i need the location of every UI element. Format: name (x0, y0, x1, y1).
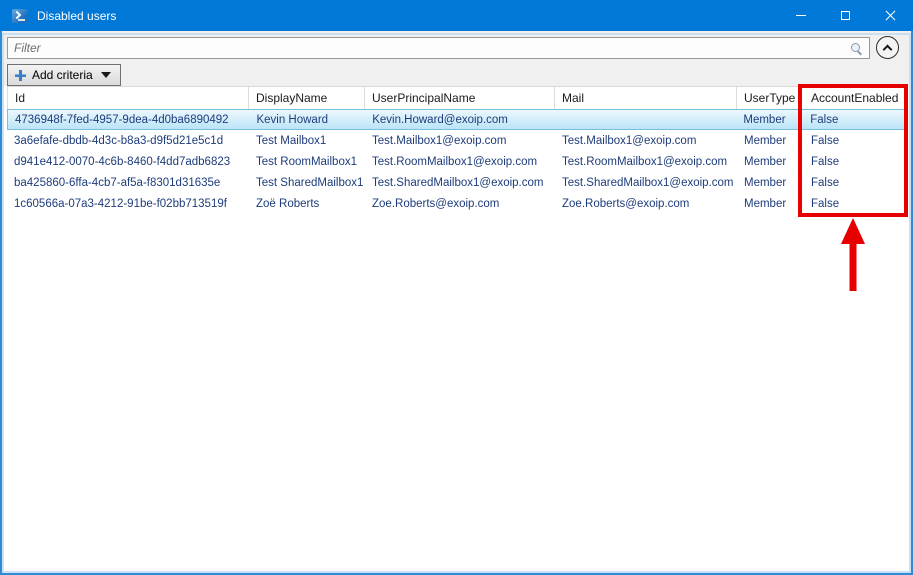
cell-usertype: Member (737, 193, 802, 214)
cell-mail: Test.Mailbox1@exoip.com (555, 130, 737, 151)
cell-userprincipalname: Test.Mailbox1@exoip.com (365, 130, 555, 151)
add-criteria-button[interactable]: Add criteria (7, 64, 121, 86)
table-row[interactable]: ba425860-6ffa-4cb7-af5a-f8301d31635e Tes… (7, 172, 908, 193)
caret-down-icon (101, 72, 111, 78)
cell-id: d941e412-0070-4c6b-8460-f4dd7adb6823 (7, 151, 249, 172)
cell-usertype: Member (736, 110, 801, 129)
table-row[interactable]: 1c60566a-07a3-4212-91be-f02bb713519f Zoë… (7, 193, 908, 214)
table-row[interactable]: 4736948f-7fed-4957-9dea-4d0ba6890492 Kev… (7, 109, 908, 130)
cell-displayname: Test SharedMailbox1 (249, 172, 365, 193)
cell-userprincipalname: Test.SharedMailbox1@exoip.com (365, 172, 555, 193)
table-row[interactable]: 3a6efafe-dbdb-4d3c-b8a3-d9f5d21e5c1d Tes… (7, 130, 908, 151)
column-header-accountenabled[interactable]: AccountEnabled (802, 87, 908, 109)
table-header: Id DisplayName UserPrincipalName Mail Us… (7, 87, 908, 109)
cell-usertype: Member (737, 172, 802, 193)
window-controls (778, 0, 913, 31)
minimize-icon (796, 15, 806, 16)
cell-id: 4736948f-7fed-4957-9dea-4d0ba6890492 (8, 110, 249, 129)
cell-displayname: Test Mailbox1 (249, 130, 365, 151)
column-header-displayname[interactable]: DisplayName (249, 87, 365, 109)
cell-id: 3a6efafe-dbdb-4d3c-b8a3-d9f5d21e5c1d (7, 130, 249, 151)
cell-mail: Test.SharedMailbox1@exoip.com (555, 172, 737, 193)
close-icon (885, 10, 896, 21)
cell-mail: Zoe.Roberts@exoip.com (555, 193, 737, 214)
cell-accountenabled: False (802, 151, 908, 172)
cell-mail (555, 110, 737, 129)
add-criteria-label: Add criteria (32, 68, 93, 82)
powershell-gridview-icon (12, 9, 28, 23)
cell-accountenabled: False (802, 172, 908, 193)
cell-accountenabled: False (802, 130, 908, 151)
search-icon (851, 43, 861, 53)
cell-id: ba425860-6ffa-4cb7-af5a-f8301d31635e (7, 172, 249, 193)
window-title: Disabled users (37, 9, 116, 23)
column-header-mail[interactable]: Mail (555, 87, 737, 109)
outgridview-window: Disabled users Add criteria Id DisplayNa… (0, 0, 913, 575)
cell-accountenabled: False (802, 193, 908, 214)
close-button[interactable] (868, 0, 913, 31)
cell-userprincipalname: Kevin.Howard@exoip.com (365, 110, 555, 129)
filter-panel: Add criteria (2, 31, 911, 86)
cell-userprincipalname: Zoe.Roberts@exoip.com (365, 193, 555, 214)
cell-usertype: Member (737, 151, 802, 172)
maximize-icon (841, 11, 850, 20)
table-row[interactable]: d941e412-0070-4c6b-8460-f4dd7adb6823 Tes… (7, 151, 908, 172)
cell-displayname: Kevin Howard (249, 110, 365, 129)
cell-id: 1c60566a-07a3-4212-91be-f02bb713519f (7, 193, 249, 214)
titlebar[interactable]: Disabled users (0, 0, 913, 31)
annotation-arrow-up-icon (831, 216, 875, 296)
column-header-userprincipalname[interactable]: UserPrincipalName (365, 87, 555, 109)
filter-box (7, 37, 870, 59)
cell-accountenabled: False (801, 110, 907, 129)
cell-mail: Test.RoomMailbox1@exoip.com (555, 151, 737, 172)
column-header-id[interactable]: Id (7, 87, 249, 109)
plus-icon (15, 70, 26, 81)
filter-input[interactable] (8, 38, 851, 58)
collapse-criteria-button[interactable] (876, 36, 899, 59)
maximize-button[interactable] (823, 0, 868, 31)
chevron-up-icon (883, 44, 893, 54)
cell-displayname: Zoë Roberts (249, 193, 365, 214)
minimize-button[interactable] (778, 0, 823, 31)
column-header-usertype[interactable]: UserType (737, 87, 802, 109)
cell-usertype: Member (737, 130, 802, 151)
cell-displayname: Test RoomMailbox1 (249, 151, 365, 172)
results-grid: Id DisplayName UserPrincipalName Mail Us… (7, 86, 908, 214)
cell-userprincipalname: Test.RoomMailbox1@exoip.com (365, 151, 555, 172)
